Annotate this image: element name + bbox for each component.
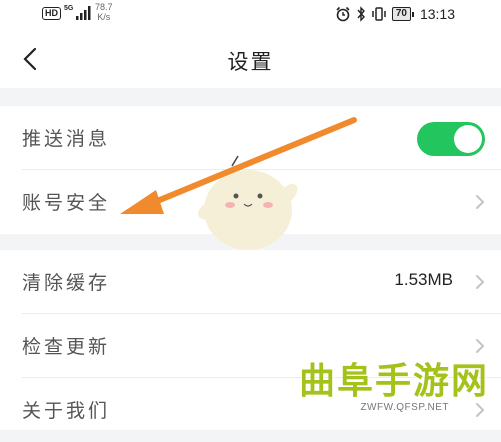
toggle-knob [454,125,482,153]
clear-cache-row[interactable]: 清除缓存 1.53MB [0,250,501,314]
status-bar: HD 5G 78.7 K/s 70 13:13 [0,0,501,32]
clear-cache-label: 清除缓存 [22,272,111,294]
alarm-icon [336,6,350,22]
speed-value: 78.7 [95,2,113,12]
speed-unit: K/s [97,12,111,22]
watermark-url: ZWFW.QFSP.NET [360,402,449,413]
vibrate-icon [372,7,386,21]
page-title: 设置 [227,50,274,74]
signal-icon [76,6,91,20]
nav-bar: 设置 [0,32,501,88]
clock: 13:13 [419,6,455,22]
watermark: 曲阜手游网 ZWFW.QFSP.NET [285,352,497,416]
chevron-right-icon [476,275,485,289]
about-us-label: 关于我们 [22,400,111,422]
push-notification-toggle[interactable] [417,122,485,156]
push-notification-label: 推送消息 [22,128,111,150]
account-security-label: 账号安全 [22,192,111,214]
network-type: 5G [64,5,74,12]
settings-group-notifications: 推送消息 账号安全 [0,106,501,234]
chevron-right-icon [476,195,485,209]
account-security-row[interactable]: 账号安全 [0,170,501,234]
hd-indicator: HD [42,7,61,20]
status-right: 70 13:13 [335,4,455,24]
check-update-label: 检查更新 [22,336,111,358]
network-speed: 78.7 K/s [95,2,113,22]
cache-size-value: 1.53MB [394,270,453,289]
watermark-text: 曲阜手游网 [298,361,489,402]
bluetooth-icon [357,6,365,22]
push-notification-row: 推送消息 [0,106,501,170]
battery-indicator: 70 [391,7,415,21]
